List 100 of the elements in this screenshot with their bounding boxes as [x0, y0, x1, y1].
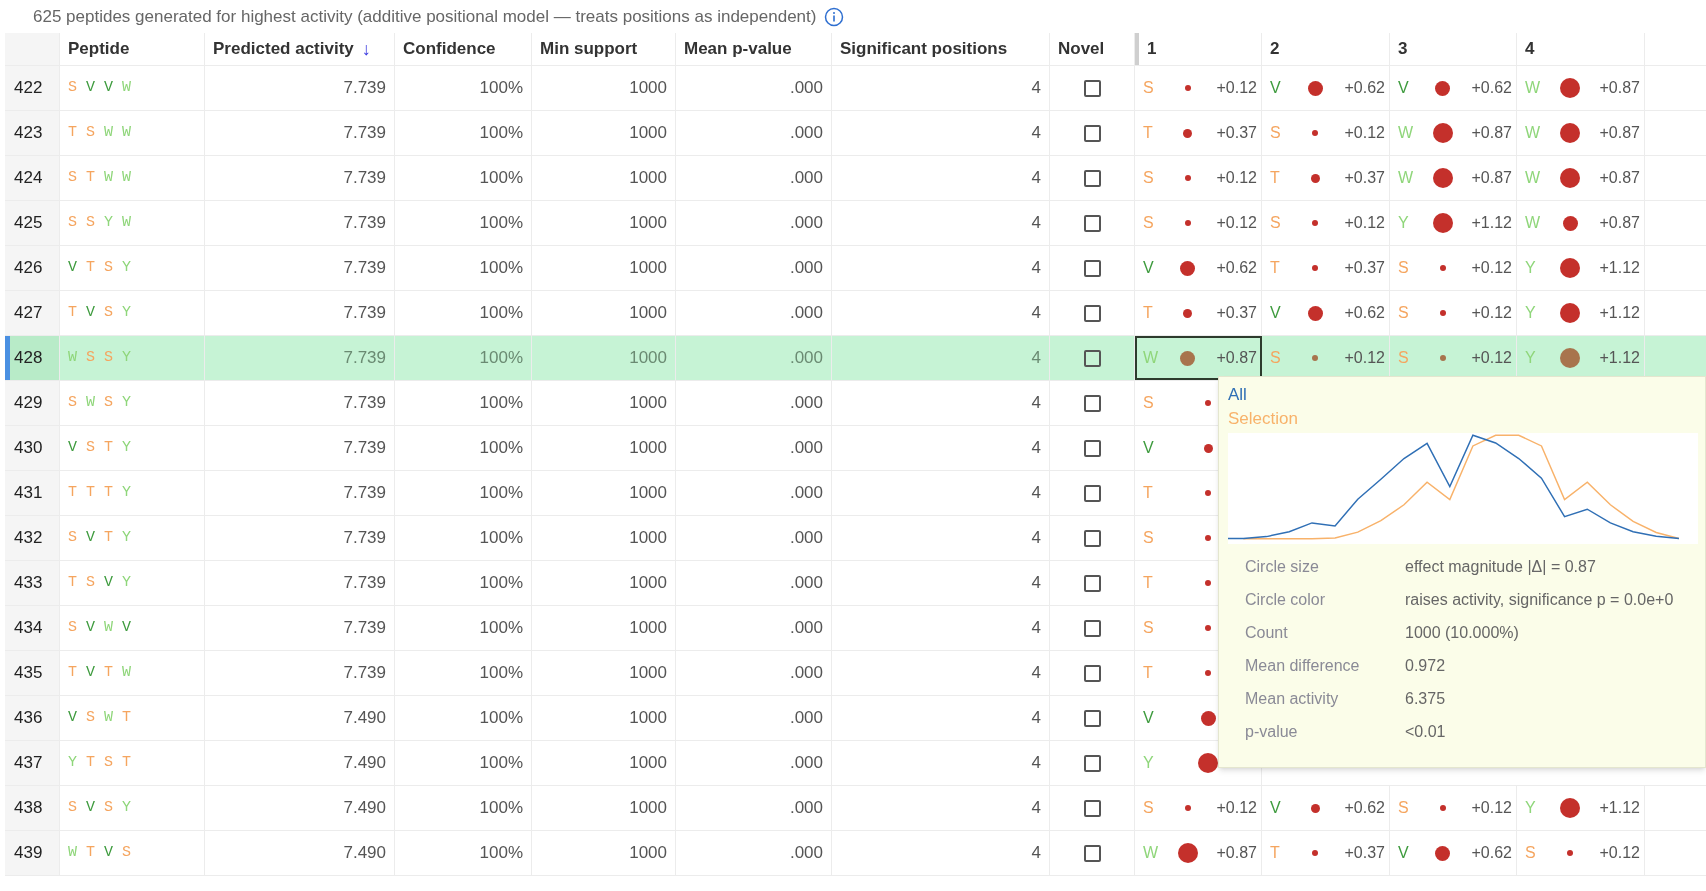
row-number[interactable]: 424	[5, 156, 60, 200]
position-cell[interactable]: S +0.12	[1390, 246, 1517, 290]
table-row[interactable]: 438 S V S Y 7.490 100% 1000 .000 4 S +0.12 V +0.62 S +0.12 Y +1.12	[5, 786, 1706, 831]
position-cell[interactable]: S +0.12	[1390, 291, 1517, 335]
checkbox[interactable]	[1083, 484, 1101, 502]
residue-letter: S	[86, 707, 96, 728]
column-header[interactable]: 4	[1525, 36, 1535, 62]
position-cell[interactable]: Y +1.12	[1517, 291, 1645, 335]
column-header[interactable]: 2	[1270, 36, 1280, 62]
table-row[interactable]: 425 S S Y W 7.739 100% 1000 .000 4 S +0.12 S +0.12 Y +1.12 W +0.87	[5, 201, 1706, 246]
residue-letter: W	[122, 167, 132, 188]
position-cell[interactable]: S +0.12	[1135, 156, 1262, 200]
position-cell[interactable]: T +0.37	[1135, 111, 1262, 155]
position-cell[interactable]: V +0.62	[1262, 66, 1390, 110]
row-number[interactable]: 434	[5, 606, 60, 650]
checkbox[interactable]	[1083, 754, 1101, 772]
checkbox[interactable]	[1083, 664, 1101, 682]
position-cell[interactable]: W +0.87	[1517, 111, 1645, 155]
checkbox[interactable]	[1083, 799, 1101, 817]
row-number[interactable]: 439	[5, 831, 60, 875]
row-number[interactable]: 422	[5, 66, 60, 110]
column-header[interactable]: Novel	[1058, 36, 1105, 62]
position-cell[interactable]: V +0.62	[1262, 786, 1390, 830]
checkbox[interactable]	[1083, 439, 1101, 457]
position-cell[interactable]: Y +1.12	[1517, 786, 1645, 830]
row-number[interactable]: 437	[5, 741, 60, 785]
column-header[interactable]: Peptide	[68, 36, 130, 62]
position-cell[interactable]: V +0.62	[1390, 831, 1517, 875]
table-row[interactable]: 422 S V V W 7.739 100% 1000 .000 4 S +0.12 V +0.62 V +0.62 W +0.87	[5, 66, 1706, 111]
table-row[interactable]: 439 W T V S 7.490 100% 1000 .000 4 W +0.87 T +0.37 V +0.62 S +0.12	[5, 831, 1706, 876]
residue-letter: W	[104, 167, 114, 188]
row-number[interactable]: 436	[5, 696, 60, 740]
position-cell[interactable]: S +0.12	[1262, 201, 1390, 245]
position-cell[interactable]: W +0.87	[1390, 111, 1517, 155]
column-header[interactable]: 3	[1398, 36, 1408, 62]
checkbox[interactable]	[1083, 619, 1101, 637]
row-number[interactable]: 427	[5, 291, 60, 335]
position-cell[interactable]: W +0.87	[1135, 831, 1262, 875]
position-cell[interactable]: W +0.87	[1135, 336, 1262, 380]
checkbox[interactable]	[1083, 259, 1101, 277]
row-number[interactable]: 433	[5, 561, 60, 605]
position-cell[interactable]: W +0.87	[1390, 156, 1517, 200]
position-cell[interactable]: S +0.12	[1135, 201, 1262, 245]
checkbox[interactable]	[1083, 709, 1101, 727]
position-cell[interactable]: V +0.62	[1262, 291, 1390, 335]
position-cell[interactable]: T +0.37	[1135, 291, 1262, 335]
position-cell[interactable]: S +0.12	[1262, 111, 1390, 155]
position-cell[interactable]: W +0.87	[1517, 66, 1645, 110]
checkbox[interactable]	[1083, 844, 1101, 862]
row-number[interactable]: 432	[5, 516, 60, 560]
position-cell[interactable]: S +0.12	[1135, 66, 1262, 110]
position-cell[interactable]: T +0.37	[1262, 831, 1390, 875]
residue-letter: S	[1143, 618, 1155, 638]
checkbox[interactable]	[1083, 124, 1101, 142]
row-number[interactable]: 428	[5, 336, 60, 380]
position-cell[interactable]: T +0.37	[1262, 156, 1390, 200]
position-cell[interactable]: Y +1.12	[1390, 201, 1517, 245]
row-number[interactable]: 438	[5, 786, 60, 830]
row-number[interactable]: 430	[5, 426, 60, 470]
position-cell[interactable]: W +0.87	[1517, 156, 1645, 200]
table-row[interactable]: 424 S T W W 7.739 100% 1000 .000 4 S +0.12 T +0.37 W +0.87 W +0.87	[5, 156, 1706, 201]
column-header[interactable]: Confidence	[403, 36, 496, 62]
checkbox[interactable]	[1083, 304, 1101, 322]
column-header[interactable]: Predicted activity	[213, 36, 354, 62]
row-number[interactable]: 423	[5, 111, 60, 155]
table-row[interactable]: 426 V T S Y 7.739 100% 1000 .000 4 V +0.62 T +0.37 S +0.12 Y +1.12	[5, 246, 1706, 291]
position-cell[interactable]: S +0.12	[1135, 786, 1262, 830]
checkbox[interactable]	[1083, 169, 1101, 187]
row-number[interactable]: 425	[5, 201, 60, 245]
position-cell[interactable]: S +0.12	[1390, 786, 1517, 830]
column-header[interactable]: Significant positions	[840, 36, 1008, 62]
residue-letter: V	[1143, 438, 1155, 458]
column-header[interactable]: Min support	[540, 36, 638, 62]
info-icon[interactable]	[824, 6, 845, 27]
checkbox[interactable]	[1083, 529, 1101, 547]
row-number[interactable]: 435	[5, 651, 60, 695]
position-cell[interactable]: W +0.87	[1517, 201, 1645, 245]
table-cell-text: 100%	[479, 167, 523, 190]
position-cell[interactable]: S +0.12	[1517, 831, 1645, 875]
effect-value: +0.12	[1216, 213, 1257, 233]
column-header[interactable]: Mean p-value	[684, 36, 792, 62]
row-number[interactable]: 431	[5, 471, 60, 515]
row-number[interactable]: 429	[5, 381, 60, 425]
checkbox[interactable]	[1083, 214, 1101, 232]
residue-letter: Y	[122, 437, 132, 458]
table-row[interactable]: 423 T S W W 7.739 100% 1000 .000 4 T +0.37 S +0.12 W +0.87 W +0.87	[5, 111, 1706, 156]
sort-arrow[interactable]: ↓	[361, 35, 371, 63]
table-row[interactable]: 428 W S S Y 7.739 100% 1000 .000 4 W +0.87 S +0.12 S +0.12 Y +1.12	[5, 336, 1706, 381]
table-row[interactable]: 427 T V S Y 7.739 100% 1000 .000 4 T +0.37 V +0.62 S +0.12 Y +1.12	[5, 291, 1706, 336]
position-cell[interactable]: Y +1.12	[1517, 246, 1645, 290]
residue-letter: S	[68, 797, 77, 818]
checkbox[interactable]	[1083, 349, 1101, 367]
position-cell[interactable]: T +0.37	[1262, 246, 1390, 290]
position-cell[interactable]: V +0.62	[1390, 66, 1517, 110]
row-number[interactable]: 426	[5, 246, 60, 290]
column-header[interactable]: 1	[1147, 36, 1157, 62]
checkbox[interactable]	[1083, 79, 1101, 97]
position-cell[interactable]: V +0.62	[1135, 246, 1262, 290]
checkbox[interactable]	[1083, 574, 1101, 592]
checkbox[interactable]	[1083, 394, 1101, 412]
